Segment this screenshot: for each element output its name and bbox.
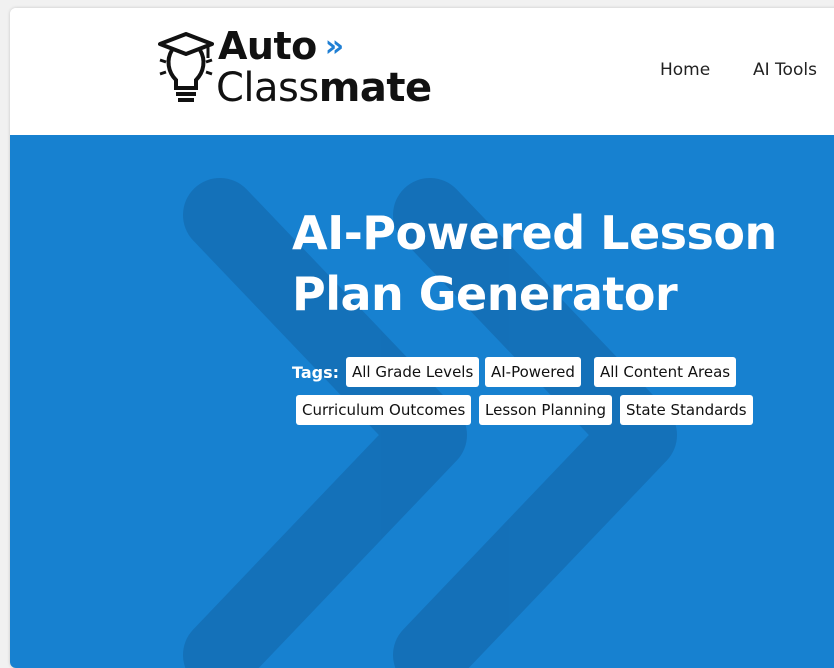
- nav-ai-tools-link[interactable]: AI Tools: [753, 60, 817, 80]
- page-title: AI-Powered Lesson Plan Generator: [292, 206, 777, 321]
- logo-text-auto: Auto»: [218, 24, 344, 68]
- tag-state-standards[interactable]: State Standards: [620, 395, 753, 425]
- tag-lesson-planning[interactable]: Lesson Planning: [479, 395, 613, 425]
- tag-ai-powered[interactable]: AI-Powered: [485, 357, 581, 387]
- nav-home-link[interactable]: Home: [660, 60, 710, 80]
- tags-label: Tags:: [292, 363, 340, 382]
- tag-all-content-areas[interactable]: All Content Areas: [594, 357, 737, 387]
- chevron-double-right-icon: »: [324, 29, 344, 64]
- lightbulb-graduation-cap-icon: [158, 32, 214, 102]
- logo-text-classmate: Classmate: [216, 65, 432, 111]
- tag-curriculum-outcomes[interactable]: Curriculum Outcomes: [296, 395, 472, 425]
- hero-section: AI-Powered Lesson Plan Generator Tags: A…: [10, 135, 834, 668]
- site-header: Auto» Classmate Home AI Tools: [10, 8, 834, 135]
- site-logo[interactable]: Auto» Classmate: [158, 24, 458, 121]
- tag-all-grade-levels[interactable]: All Grade Levels: [346, 357, 480, 387]
- page-frame: Auto» Classmate Home AI Tools AI-Powered…: [10, 8, 834, 668]
